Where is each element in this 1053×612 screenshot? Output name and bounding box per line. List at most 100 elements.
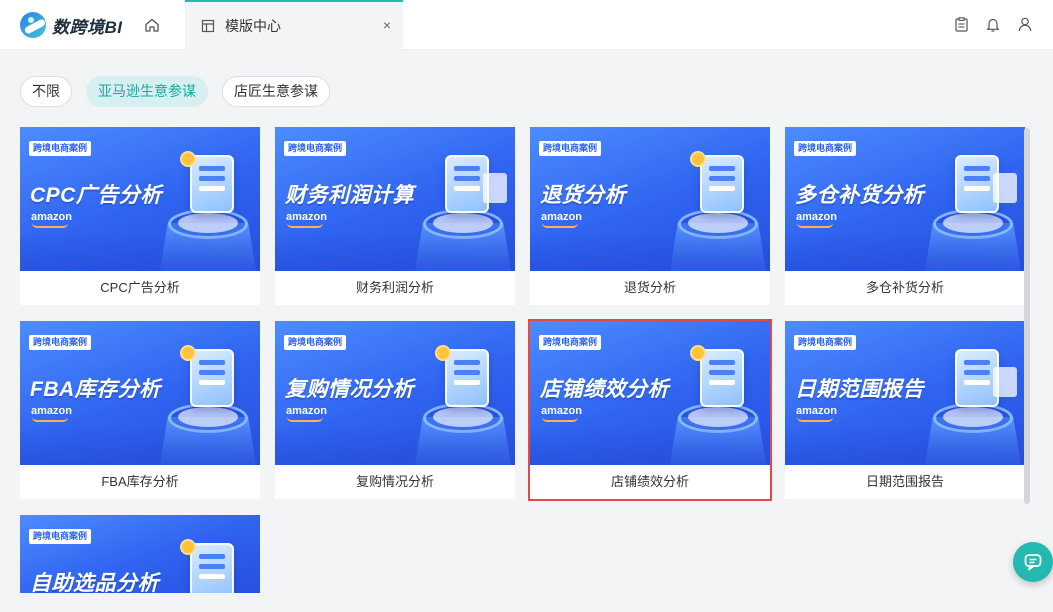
clipboard-button[interactable] bbox=[953, 15, 969, 33]
home-icon bbox=[145, 18, 159, 32]
template-card[interactable]: 跨境电商案例 日期范围报告 amazon 日期范围报告 bbox=[785, 321, 1025, 499]
template-icon bbox=[201, 19, 215, 33]
case-tag: 跨境电商案例 bbox=[794, 141, 857, 156]
filter-chip-all[interactable]: 不限 bbox=[20, 76, 72, 107]
case-tag: 跨境电商案例 bbox=[539, 335, 602, 350]
amazon-logo: amazon bbox=[541, 405, 582, 417]
logo-text: 数跨境BI bbox=[52, 17, 123, 37]
banner-title: 日期范围报告 bbox=[795, 378, 924, 401]
banner-title: 财务利润计算 bbox=[285, 184, 414, 207]
amazon-logo: amazon bbox=[31, 405, 72, 417]
clipboard-icon bbox=[954, 16, 968, 32]
notification-button[interactable] bbox=[985, 15, 1001, 33]
banner-floor bbox=[785, 425, 1025, 465]
top-bar: 数跨境BI 模版中心 × bbox=[0, 0, 1053, 50]
template-card[interactable]: 跨境电商案例 复购情况分析 amazon 复购情况分析 bbox=[275, 321, 515, 499]
banner-floor bbox=[530, 231, 770, 271]
case-tag: 跨境电商案例 bbox=[284, 335, 347, 350]
tab-label: 模版中心 bbox=[225, 18, 281, 34]
card-banner: 跨境电商案例 退货分析 amazon bbox=[530, 127, 770, 271]
case-tag: 跨境电商案例 bbox=[29, 141, 92, 156]
coin-icon bbox=[690, 345, 706, 361]
amazon-smile-icon bbox=[287, 223, 323, 228]
card-banner: 跨境电商案例 日期范围报告 amazon bbox=[785, 321, 1025, 465]
template-grid: 跨境电商案例 CPC广告分析 amazon CPC广告分析 跨境电商案例 财务利… bbox=[20, 127, 1025, 593]
amazon-logo: amazon bbox=[286, 211, 327, 223]
chart-illustration-icon bbox=[190, 349, 234, 407]
filter-chip-shoplazza[interactable]: 店匠生意参谋 bbox=[222, 76, 330, 107]
card-title: 财务利润分析 bbox=[355, 280, 434, 295]
ring-glow-graphic bbox=[433, 407, 493, 427]
case-tag: 跨境电商案例 bbox=[539, 141, 602, 156]
banner-floor bbox=[275, 231, 515, 271]
dashboard-illustration-icon bbox=[190, 155, 234, 213]
case-tag: 跨境电商案例 bbox=[29, 529, 92, 544]
ring-glow-graphic bbox=[433, 213, 493, 233]
amazon-smile-icon bbox=[797, 223, 833, 228]
amazon-smile-icon bbox=[32, 223, 68, 228]
ring-glow-graphic bbox=[943, 407, 1003, 427]
close-icon[interactable]: × bbox=[379, 17, 395, 33]
card-title: 店铺绩效分析 bbox=[610, 474, 689, 489]
coin-icon bbox=[180, 151, 196, 167]
case-tag: 跨境电商案例 bbox=[284, 141, 347, 156]
template-card[interactable]: 跨境电商案例 财务利润计算 amazon 财务利润分析 bbox=[275, 127, 515, 305]
filter-bar: 不限 亚马逊生意参谋 店匠生意参谋 bbox=[20, 76, 330, 107]
banner-floor bbox=[785, 231, 1025, 271]
amazon-smile-icon bbox=[797, 417, 833, 422]
chat-icon bbox=[1024, 554, 1042, 571]
card-title: FBA库存分析 bbox=[101, 474, 179, 489]
coin-icon bbox=[690, 151, 706, 167]
amazon-logo: amazon bbox=[796, 405, 837, 417]
report-illustration-icon bbox=[700, 349, 744, 407]
amazon-logo: amazon bbox=[796, 211, 837, 223]
ring-glow-graphic bbox=[178, 407, 238, 427]
amazon-logo: amazon bbox=[31, 211, 72, 223]
amazon-smile-icon bbox=[542, 417, 578, 422]
home-button[interactable] bbox=[140, 14, 164, 36]
card-title: CPC广告分析 bbox=[100, 280, 180, 295]
bell-icon bbox=[986, 18, 1000, 32]
template-card[interactable]: 跨境电商案例 自助选品分析 bbox=[20, 515, 260, 593]
template-card[interactable]: 跨境电商案例 多仓补货分析 amazon 多仓补货分析 bbox=[785, 127, 1025, 305]
amazon-smile-icon bbox=[542, 223, 578, 228]
ring-glow-graphic bbox=[178, 213, 238, 233]
card-title: 多仓补货分析 bbox=[865, 280, 944, 295]
banner-floor bbox=[530, 425, 770, 465]
case-tag: 跨境电商案例 bbox=[794, 335, 857, 350]
filter-chip-amazon[interactable]: 亚马逊生意参谋 bbox=[86, 76, 208, 107]
header-actions bbox=[953, 15, 1033, 33]
card-banner: 跨境电商案例 CPC广告分析 amazon bbox=[20, 127, 260, 271]
card-banner: 跨境电商案例 店铺绩效分析 amazon bbox=[530, 321, 770, 465]
banner-title: CPC广告分析 bbox=[30, 184, 162, 207]
coin-icon bbox=[180, 539, 196, 555]
chat-button[interactable] bbox=[1013, 542, 1053, 582]
tab-template-center[interactable]: 模版中心 × bbox=[185, 0, 403, 50]
phone-illustration-icon bbox=[700, 155, 744, 213]
ring-glow-graphic bbox=[943, 213, 1003, 233]
user-button[interactable] bbox=[1017, 15, 1033, 33]
panel-illustration-icon bbox=[993, 367, 1017, 397]
amazon-smile-icon bbox=[287, 417, 323, 422]
panel-illustration-icon bbox=[483, 173, 507, 203]
phone-illustration-icon bbox=[445, 349, 489, 407]
template-card-selected[interactable]: 跨境电商案例 店铺绩效分析 amazon 店铺绩效分析 bbox=[528, 319, 772, 501]
ring-glow-graphic bbox=[688, 407, 748, 427]
banner-title: FBA库存分析 bbox=[30, 378, 161, 401]
banner-floor bbox=[20, 231, 260, 271]
banner-floor bbox=[20, 425, 260, 465]
ring-glow-graphic bbox=[688, 213, 748, 233]
template-card[interactable]: 跨境电商案例 CPC广告分析 amazon CPC广告分析 bbox=[20, 127, 260, 305]
amazon-logo: amazon bbox=[541, 211, 582, 223]
template-card[interactable]: 跨境电商案例 FBA库存分析 amazon FBA库存分析 bbox=[20, 321, 260, 499]
banner-title: 多仓补货分析 bbox=[795, 184, 924, 207]
coin-icon bbox=[435, 345, 451, 361]
case-tag: 跨境电商案例 bbox=[29, 335, 92, 350]
card-banner: 跨境电商案例 复购情况分析 amazon bbox=[275, 321, 515, 465]
card-title: 日期范围报告 bbox=[865, 474, 944, 489]
app-logo[interactable]: 数跨境BI bbox=[20, 12, 123, 38]
template-card[interactable]: 跨境电商案例 退货分析 amazon 退货分析 bbox=[530, 127, 770, 305]
panel-illustration-icon bbox=[993, 173, 1017, 203]
card-banner: 跨境电商案例 FBA库存分析 amazon bbox=[20, 321, 260, 465]
scrollbar-thumb[interactable] bbox=[1024, 128, 1030, 504]
